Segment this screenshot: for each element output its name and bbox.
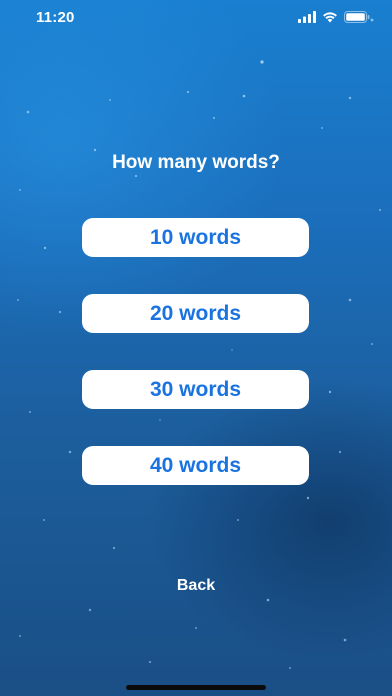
back-button[interactable]: Back — [146, 573, 246, 599]
status-time: 11:20 — [36, 9, 75, 26]
home-indicator[interactable] — [126, 685, 266, 690]
forty-words-button[interactable]: 40 words — [82, 446, 309, 485]
twenty-words-button[interactable]: 20 words — [82, 294, 309, 333]
ten-words-button[interactable]: 10 words — [82, 218, 309, 257]
signal-icon — [298, 11, 316, 23]
thirty-words-button[interactable]: 30 words — [82, 370, 309, 409]
word-count-screen: 11:20 How many words? 10 words 20 words … — [0, 0, 392, 696]
wifi-icon — [323, 12, 337, 23]
battery-icon — [344, 11, 370, 23]
status-icons — [298, 11, 370, 23]
page-title: How many words? — [112, 152, 280, 173]
status-bar: 11:20 — [0, 0, 392, 36]
